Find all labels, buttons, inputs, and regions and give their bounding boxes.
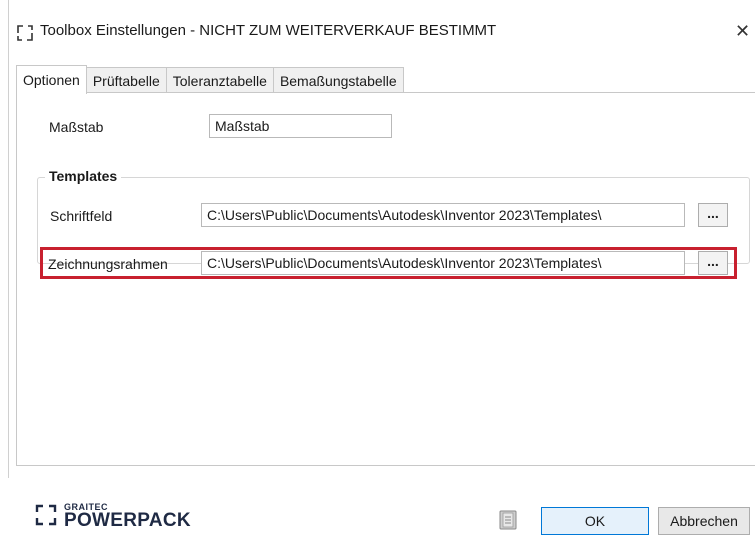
schriftfeld-label: Schriftfeld (50, 208, 113, 224)
zeichnungsrahmen-label: Zeichnungsrahmen (48, 256, 168, 272)
tab-prueftabelle[interactable]: Prüftabelle (85, 67, 167, 94)
close-icon[interactable]: ✕ (730, 18, 755, 44)
cancel-button[interactable]: Abbrechen (658, 507, 750, 535)
templates-legend: Templates (45, 168, 122, 184)
zeichnungsrahmen-browse-button[interactable]: ... (698, 251, 728, 275)
tab-panel-optionen (16, 92, 755, 466)
powerpack-bracket-icon (17, 25, 33, 41)
window-title: Toolbox Einstellungen - NICHT ZUM WEITER… (40, 22, 497, 39)
tab-bemassungstabelle[interactable]: Bemaßungstabelle (272, 67, 404, 94)
help-book-icon[interactable] (495, 507, 521, 533)
tab-optionen[interactable]: Optionen (16, 65, 87, 94)
schriftfeld-browse-button[interactable]: ... (698, 203, 728, 227)
graitec-logo-icon (35, 504, 57, 526)
zeichnungsrahmen-path-input[interactable]: C:\Users\Public\Documents\Autodesk\Inven… (201, 251, 685, 275)
logo-powerpack-text: POWERPACK (64, 510, 191, 531)
tab-strip: Optionen Prüftabelle Toleranztabelle Bem… (16, 65, 404, 94)
ok-button[interactable]: OK (541, 507, 649, 535)
massstab-input[interactable]: Maßstab (209, 114, 392, 138)
tab-toleranztabelle[interactable]: Toleranztabelle (165, 67, 274, 94)
schriftfeld-path-input[interactable]: C:\Users\Public\Documents\Autodesk\Inven… (201, 203, 685, 227)
window-left-edge (8, 0, 9, 478)
massstab-label: Maßstab (49, 119, 104, 135)
